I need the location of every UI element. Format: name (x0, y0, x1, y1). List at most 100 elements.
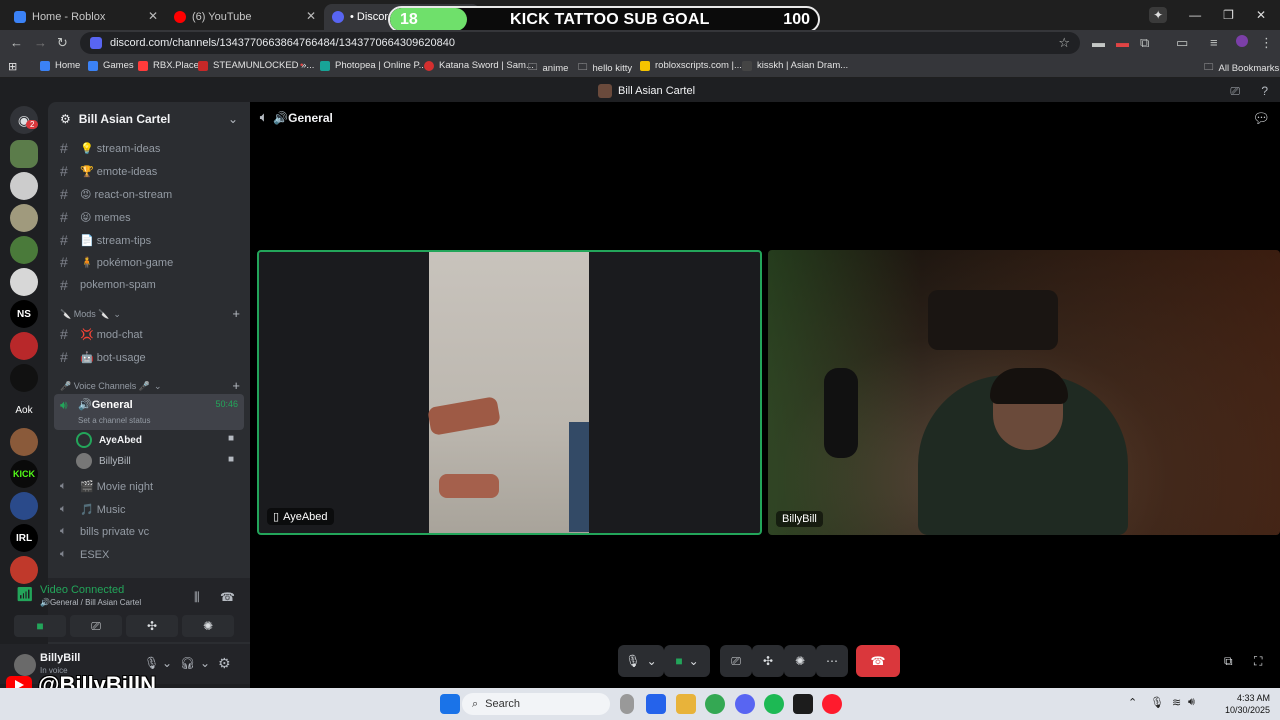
back-icon[interactable]: ← (10, 35, 23, 50)
fullscreen-icon[interactable]: ⛶ (1254, 654, 1262, 669)
chevron-down-icon[interactable]: ⌄ (200, 656, 210, 670)
server-irl-icon[interactable]: IRL (10, 524, 38, 552)
channel-react-on-stream[interactable]: # 😡 react-on-stream (60, 186, 244, 202)
server-icon[interactable] (10, 236, 38, 264)
video-tile-ayeabed[interactable]: ▯ AyeAbed (257, 250, 762, 535)
bookmark-favicon-icon[interactable]: • (300, 60, 303, 71)
server-icon[interactable] (10, 172, 38, 200)
bookmark-games[interactable]: Games (88, 60, 134, 71)
file-explorer-icon[interactable] (676, 694, 696, 714)
bookmark-robloxscripts[interactable]: robloxscripts.com |... (640, 60, 742, 71)
tab-search-icon[interactable]: ≡ (1210, 35, 1218, 50)
channel-pokemon-game[interactable]: # 🧍 pokémon-game (60, 254, 244, 270)
server-kick-icon[interactable]: KICK (10, 460, 38, 488)
gemini-icon[interactable]: ✦ (1149, 7, 1168, 23)
screen-share-button[interactable]: ⎚ (70, 615, 122, 637)
channel-bot-usage[interactable]: # 🤖 bot-usage (60, 349, 244, 365)
voice-channel-esex[interactable]: 🔈︎ ESEX (60, 548, 244, 561)
bookmark-rbxplace[interactable]: RBX.Place (138, 60, 199, 71)
chrome-icon[interactable] (705, 694, 725, 714)
server-icon[interactable] (10, 204, 38, 232)
server-ns-icon[interactable]: NS (10, 300, 38, 328)
more-options-button[interactable]: ⋯ (816, 645, 848, 677)
bookmark-kisskh[interactable]: kisskh | Asian Dram... (742, 60, 848, 71)
server-icon[interactable] (10, 364, 38, 392)
server-icon[interactable] (10, 492, 38, 520)
add-channel-icon[interactable]: + (232, 378, 240, 393)
username[interactable]: BillyBill (40, 652, 80, 664)
server-icon[interactable] (10, 268, 38, 296)
channel-stream-tips[interactable]: # 📄 stream-tips (60, 232, 244, 248)
extension-icon[interactable]: ▬ (1116, 35, 1129, 50)
discord-app-icon[interactable] (735, 694, 755, 714)
category-mods[interactable]: 🔪 Mods 🔪 ⌄ (60, 309, 121, 320)
noise-suppression-icon[interactable]: ⫼ (194, 590, 200, 605)
chevron-up-icon[interactable]: ⌃ (1128, 696, 1137, 709)
bookmark-photopea[interactable]: Photopea | Online P... (320, 60, 427, 71)
bookmark-star-icon[interactable]: ☆ (1058, 35, 1070, 51)
opera-gx-icon[interactable] (822, 694, 842, 714)
mute-toggle-button[interactable]: 🎙︎ ⌄ (618, 645, 664, 677)
share-screen-button[interactable]: ⎚ (720, 645, 752, 677)
server-aok-icon[interactable]: Aok (10, 396, 38, 424)
apps-grid-icon[interactable]: ⊞ (8, 60, 17, 73)
server-bill-asian-cartel[interactable] (10, 140, 38, 168)
server-icon[interactable] (10, 556, 38, 584)
reload-icon[interactable]: ↻ (57, 35, 68, 51)
channel-mod-chat[interactable]: # 💢 mod-chat (60, 326, 244, 342)
bookmark-katana[interactable]: Katana Sword | Sam... (424, 60, 534, 71)
voice-user-ayeabed[interactable]: AyeAbed (76, 432, 142, 448)
activities-button[interactable]: ✣ (752, 645, 784, 677)
extension-icon[interactable]: ▬ (1092, 35, 1105, 50)
cast-icon[interactable]: ▭ (1176, 35, 1188, 51)
inbox-icon[interactable]: ⎚ (1230, 84, 1240, 99)
close-tab-icon[interactable]: ✕ (306, 9, 316, 23)
server-icon[interactable] (10, 428, 38, 456)
video-tile-billybill[interactable]: BillyBill (768, 250, 1280, 535)
soundboard-button[interactable]: ✺ (182, 615, 234, 637)
connection-signal-icon[interactable]: 📶︎ (16, 586, 34, 603)
minimize-icon[interactable]: — (1189, 8, 1201, 22)
restore-icon[interactable]: ❐ (1223, 8, 1234, 22)
extensions-puzzle-icon[interactable]: ⧉ (1140, 35, 1149, 51)
chat-bubble-icon[interactable]: 💬︎ (1252, 110, 1270, 127)
video-toggle-button[interactable]: ■ (14, 615, 66, 637)
wifi-icon[interactable]: ≋ (1172, 696, 1181, 709)
tab-youtube[interactable]: (6) YouTube ✕ (166, 4, 322, 30)
tab-roblox[interactable]: Home - Roblox ✕ (6, 4, 164, 30)
voice-channel-movie-night[interactable]: 🔈︎ 🎬 Movie night (60, 480, 244, 493)
help-icon[interactable]: ? (1261, 84, 1268, 98)
close-window-icon[interactable]: ✕ (1256, 8, 1266, 22)
windows-start-icon[interactable] (440, 694, 460, 714)
disconnect-call-button[interactable]: ☎ (856, 645, 900, 677)
bookmark-folder-hello-kitty[interactable]: 🗀 hello kitty (578, 60, 632, 76)
bookmark-folder-anime[interactable]: 🗀 anime (528, 60, 568, 76)
voice-channel-music[interactable]: 🔈︎ 🎵 Music (60, 503, 244, 516)
camera-toggle-button[interactable]: ■ ⌄ (664, 645, 710, 677)
server-header[interactable]: ⚙ Bill Asian Cartel (60, 112, 170, 126)
channel-memes[interactable]: # 😝 memes (60, 209, 244, 225)
microphone-icon[interactable]: 🎙︎ (1150, 696, 1164, 709)
server-icon[interactable] (10, 332, 38, 360)
volume-icon[interactable]: 🔊︎ (1188, 696, 1195, 709)
all-bookmarks[interactable]: 🗀 All Bookmarks (1204, 60, 1279, 76)
channel-stream-ideas[interactable]: # 💡 stream-ideas (60, 140, 244, 156)
voice-status[interactable]: Video Connected (40, 584, 124, 596)
app-icon[interactable] (793, 694, 813, 714)
headphones-icon[interactable]: 🎧︎ (180, 656, 195, 670)
system-clock[interactable]: 4:33 AM 10/30/2025 (1225, 692, 1270, 716)
category-voice-channels[interactable]: 🎤 Voice Channels 🎤 ⌄ (60, 381, 162, 392)
taskbar-search[interactable]: ⌕ Search (462, 693, 610, 715)
voice-user-billybill[interactable]: BillyBill (76, 453, 131, 469)
disconnect-icon[interactable]: ☎ (220, 590, 235, 604)
voice-location[interactable]: 🔊General / Bill Asian Cartel (40, 598, 141, 607)
channel-status-hint[interactable]: Set a channel status (78, 416, 151, 425)
address-bar[interactable]: discord.com/channels/1343770663864766484… (80, 32, 1080, 54)
chevron-down-icon[interactable]: ⌄ (228, 112, 238, 126)
soundboard-button[interactable]: ✺ (784, 645, 816, 677)
pop-out-icon[interactable]: ⧉ (1224, 654, 1233, 669)
profile-avatar[interactable] (1236, 35, 1248, 47)
spotify-icon[interactable] (764, 694, 784, 714)
bookmark-home[interactable]: Home (40, 60, 80, 71)
settings-gear-icon[interactable]: ⚙ (218, 655, 231, 672)
